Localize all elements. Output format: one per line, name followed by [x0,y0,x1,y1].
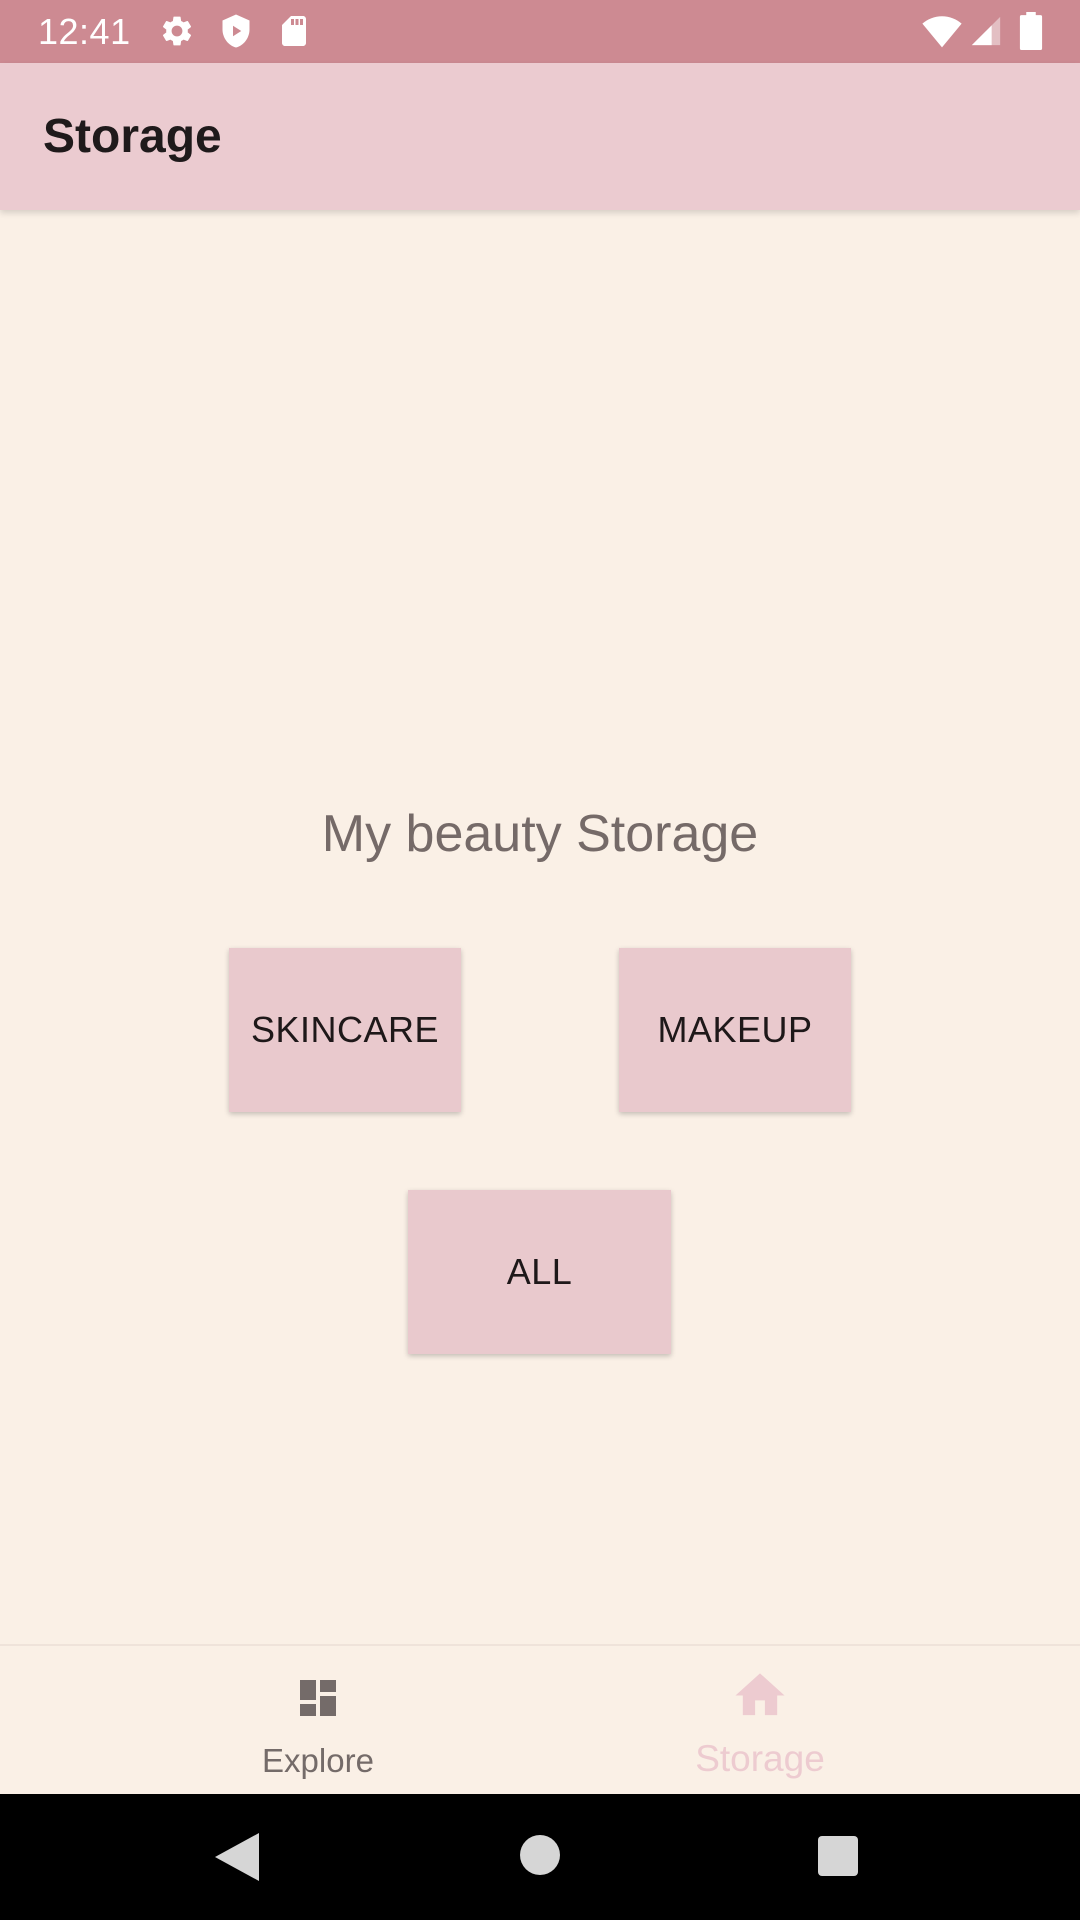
makeup-button[interactable]: MAKEUP [619,948,851,1112]
shield-icon [222,14,250,48]
battery-icon [1019,12,1043,50]
app-bar: Storage [0,63,1080,210]
nav-item-storage[interactable]: Storage [490,1646,1030,1796]
storage-heading: My beauty Storage [321,805,759,863]
all-button[interactable]: ALL [408,1190,671,1354]
dashboard-icon [300,1680,336,1716]
page-title: Storage [43,110,222,163]
nav-label-storage: Storage [695,1738,825,1779]
main-content: My beauty Storage SKINCARE MAKEUP ALL [0,210,1080,1644]
skincare-button[interactable]: SKINCARE [229,948,461,1112]
signal-icon [971,16,1001,46]
system-navigation-bar [0,1794,1080,1920]
sd-card-icon [282,16,306,46]
home-circle-icon[interactable] [520,1835,560,1875]
back-icon[interactable] [215,1833,259,1881]
recents-icon[interactable] [818,1836,858,1876]
home-icon [735,1673,785,1716]
status-time: 12:41 [38,11,131,52]
gear-icon [162,16,192,46]
status-bar: 12:41 [0,0,1080,63]
wifi-icon [922,16,962,48]
bottom-navigation: Explore Storage [0,1644,1080,1794]
